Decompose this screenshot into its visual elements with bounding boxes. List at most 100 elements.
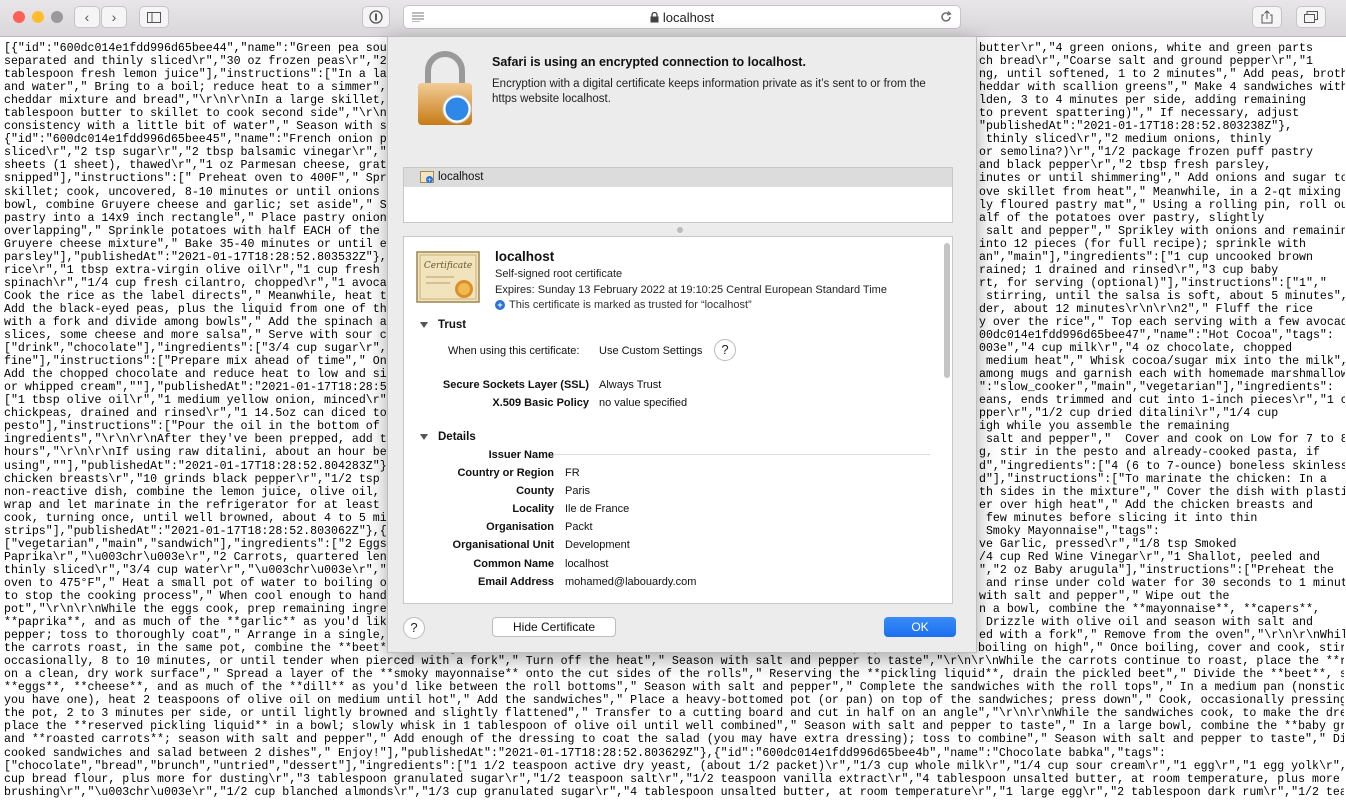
back-icon: ‹: [84, 9, 90, 25]
lock-icon: [650, 11, 659, 23]
sidebar-button[interactable]: [139, 6, 169, 28]
page-text-line: igh while you assemble the remaining: [979, 420, 1230, 434]
page-text-line: salt and pepper"," Cover and cook on Low…: [979, 433, 1345, 447]
hide-certificate-button[interactable]: Hide Certificate: [492, 617, 616, 637]
reload-icon[interactable]: [940, 11, 952, 23]
issuer-field-value: mohamed@labouardy.com: [565, 575, 697, 588]
issuer-field-label: Organisational Unit: [452, 539, 554, 552]
forward-button[interactable]: ›: [101, 6, 127, 28]
details-heading: Details: [438, 431, 476, 443]
page-text-line: y over the rice"," Top each serving with…: [979, 315, 1345, 329]
page-text-line: ["chocolate","bread","brunch","untried",…: [4, 759, 1344, 773]
page-text-line: place the **reserved pickling liquid** i…: [4, 720, 1344, 734]
help-button[interactable]: ?: [403, 617, 425, 639]
certificate-sheet: Safari is using an encrypted connection …: [387, 36, 977, 653]
tab-overview-button[interactable]: [1296, 6, 1326, 28]
page-text-line: Drizzle with olive oil and season with s…: [979, 616, 1313, 630]
address-bar[interactable]: localhost: [403, 5, 961, 29]
issuer-field-value: Paris: [565, 485, 591, 498]
page-text-line: rained; 1 drained and rinsed\r","3 cup b…: [979, 263, 1279, 277]
details-scrollbar[interactable]: [944, 243, 950, 378]
minimize-window-button[interactable]: [32, 11, 44, 23]
page-text-line: with salt and pepper"," Wipe out the: [979, 589, 1230, 603]
page-text-line: der, about 12 minutes\r\n\r\n2"," Fluff …: [979, 302, 1313, 316]
page-text-line: medium heat"," Whisk cocoa/sugar mix int…: [979, 355, 1345, 369]
page-text-line: ed with a fork"," Remove from the oven",…: [979, 629, 1345, 643]
page-text-line: pper\r","1/2 cup dried ditalini\r","1/4 …: [979, 407, 1279, 421]
page-text-line: **eggs**, **cheese**, and as much of the…: [4, 681, 1344, 695]
url-display: localhost: [404, 10, 960, 25]
page-text-line: or semolina?)\r","1/2 package frozen puf…: [979, 146, 1313, 160]
trust-section-toggle[interactable]: Trust: [420, 319, 466, 331]
page-text-line: eans, ends trimmed and cut into 1-inch p…: [979, 394, 1345, 408]
ok-button[interactable]: OK: [884, 617, 956, 637]
page-text-line: and rinse under cold water for 30 second…: [979, 576, 1345, 590]
issuer-field-value: localhost: [565, 557, 609, 570]
browser-toolbar: ‹ › localhost: [0, 0, 1346, 37]
when-using-select[interactable]: Use Custom Settings: [599, 345, 702, 357]
page-text-line: on a clean, dry work surface"," Spread a…: [4, 668, 1344, 682]
page-text-line: ve Garlic, pressed\r","1/8 tsp Smoked: [979, 537, 1237, 551]
issuer-field-label: Organisation: [486, 521, 554, 534]
page-text-line: to prevent spattering)"," If necessary, …: [979, 107, 1300, 121]
page-text-line: the pot, 2 to 3 minutes per side, or unt…: [4, 707, 1344, 721]
page-text-line: an","main"],"ingredients":["1 cup uncook…: [979, 250, 1313, 264]
forward-icon: ›: [111, 9, 117, 25]
page-text-line: Smoky Mayonnaise","tags":: [979, 524, 1160, 538]
page-text-line: alf of the potatoes over pastry, slightl…: [979, 211, 1265, 225]
help-icon: ?: [410, 620, 418, 635]
page-text-line: and black pepper\r","2 tbsp fresh parsle…: [979, 159, 1272, 173]
page-text-line: you have one), heat 2 teaspoons of olive…: [4, 694, 1344, 708]
page-text-line: few minutes before slicing it into thin: [979, 511, 1258, 525]
page-text-line: cooked sandwiches and salad between 2 di…: [4, 746, 1166, 760]
certificate-details-panel: Certificate localhost Self-signed root c…: [403, 236, 953, 604]
back-button[interactable]: ‹: [74, 6, 100, 28]
trust-help-button[interactable]: ?: [714, 339, 736, 361]
page-text-line: butter\r","4 green onions, white and gre…: [979, 42, 1313, 55]
certificate-chain-item[interactable]: + localhost: [404, 168, 952, 187]
page-text-line: rt, for serving (optional)"],"instructio…: [979, 276, 1327, 290]
issuer-field-value: Ile de France: [565, 503, 630, 516]
page-text-line: d","ingredients":["4 (6 to 7-ounce) bone…: [979, 459, 1345, 473]
page-text-line: thinly sliced\r","2 medium onions, thinl…: [979, 133, 1272, 147]
certificate-chain-list[interactable]: + localhost: [403, 167, 953, 223]
page-text-line: inutes or until shimmering"," Add onions…: [979, 172, 1345, 186]
close-window-button[interactable]: [13, 11, 25, 23]
trust-heading: Trust: [438, 319, 467, 331]
safari-lock-icon: [418, 51, 472, 125]
certificate-expiry: Expires: Sunday 13 February 2022 at 19:1…: [495, 284, 887, 296]
tabs-icon: [1304, 11, 1318, 23]
page-text-line: ng, until softened, 1 to 2 minutes"," Ad…: [979, 68, 1345, 82]
issuer-field-label: Locality: [512, 503, 554, 516]
privacy-report-button[interactable]: [362, 6, 390, 28]
issuer-field-value: FR: [565, 467, 580, 479]
page-text-line: heddar with scallion greens"," Make 4 sa…: [979, 81, 1345, 95]
page-text-line: g, stir in the pesto and already-cooked …: [979, 446, 1320, 460]
svg-text:+: +: [427, 177, 432, 184]
x509-select[interactable]: no value specified: [599, 397, 687, 409]
details-section-toggle[interactable]: Details: [420, 431, 476, 443]
share-button[interactable]: [1252, 6, 1282, 28]
page-text-line: er over high heat"," Add the chicken bre…: [979, 498, 1313, 512]
certificate-trust-note: + This certificate is marked as trusted …: [495, 299, 752, 311]
split-handle[interactable]: [677, 227, 683, 233]
trust-note-text: This certificate is marked as trusted fo…: [509, 299, 752, 311]
sidebar-icon: [147, 11, 161, 23]
issuer-field-label: County: [516, 485, 554, 498]
page-json-text-right: butter\r","4 green onions, white and gre…: [979, 42, 1345, 654]
page-text-line: salt and pepper"," Sprikley with onions …: [979, 224, 1345, 238]
privacy-icon: [369, 10, 383, 24]
page-text-line: /4 cup Red Wine Vinegar\r","1 Shallot, p…: [979, 550, 1320, 564]
zoom-window-button[interactable]: [51, 11, 63, 23]
certificate-name: localhost: [495, 249, 555, 264]
page-text-line: th sides in the mixture"," Cover the dis…: [979, 485, 1345, 499]
certificate-small-icon: +: [420, 171, 434, 184]
sheet-description: Encryption with a digital certificate ke…: [492, 78, 926, 105]
page-text-line: ":"slow_cooker","main","vegetarian"],"in…: [979, 381, 1334, 395]
ssl-select[interactable]: Always Trust: [599, 379, 661, 391]
page-text-line: n a bowl, combine the **mayonnaise**, **…: [979, 603, 1320, 617]
help-icon: ?: [721, 342, 729, 357]
certificate-icon-text: Certificate: [424, 261, 472, 271]
certificate-icon: Certificate: [416, 251, 480, 303]
certificate-type: Self-signed root certificate: [495, 268, 623, 280]
